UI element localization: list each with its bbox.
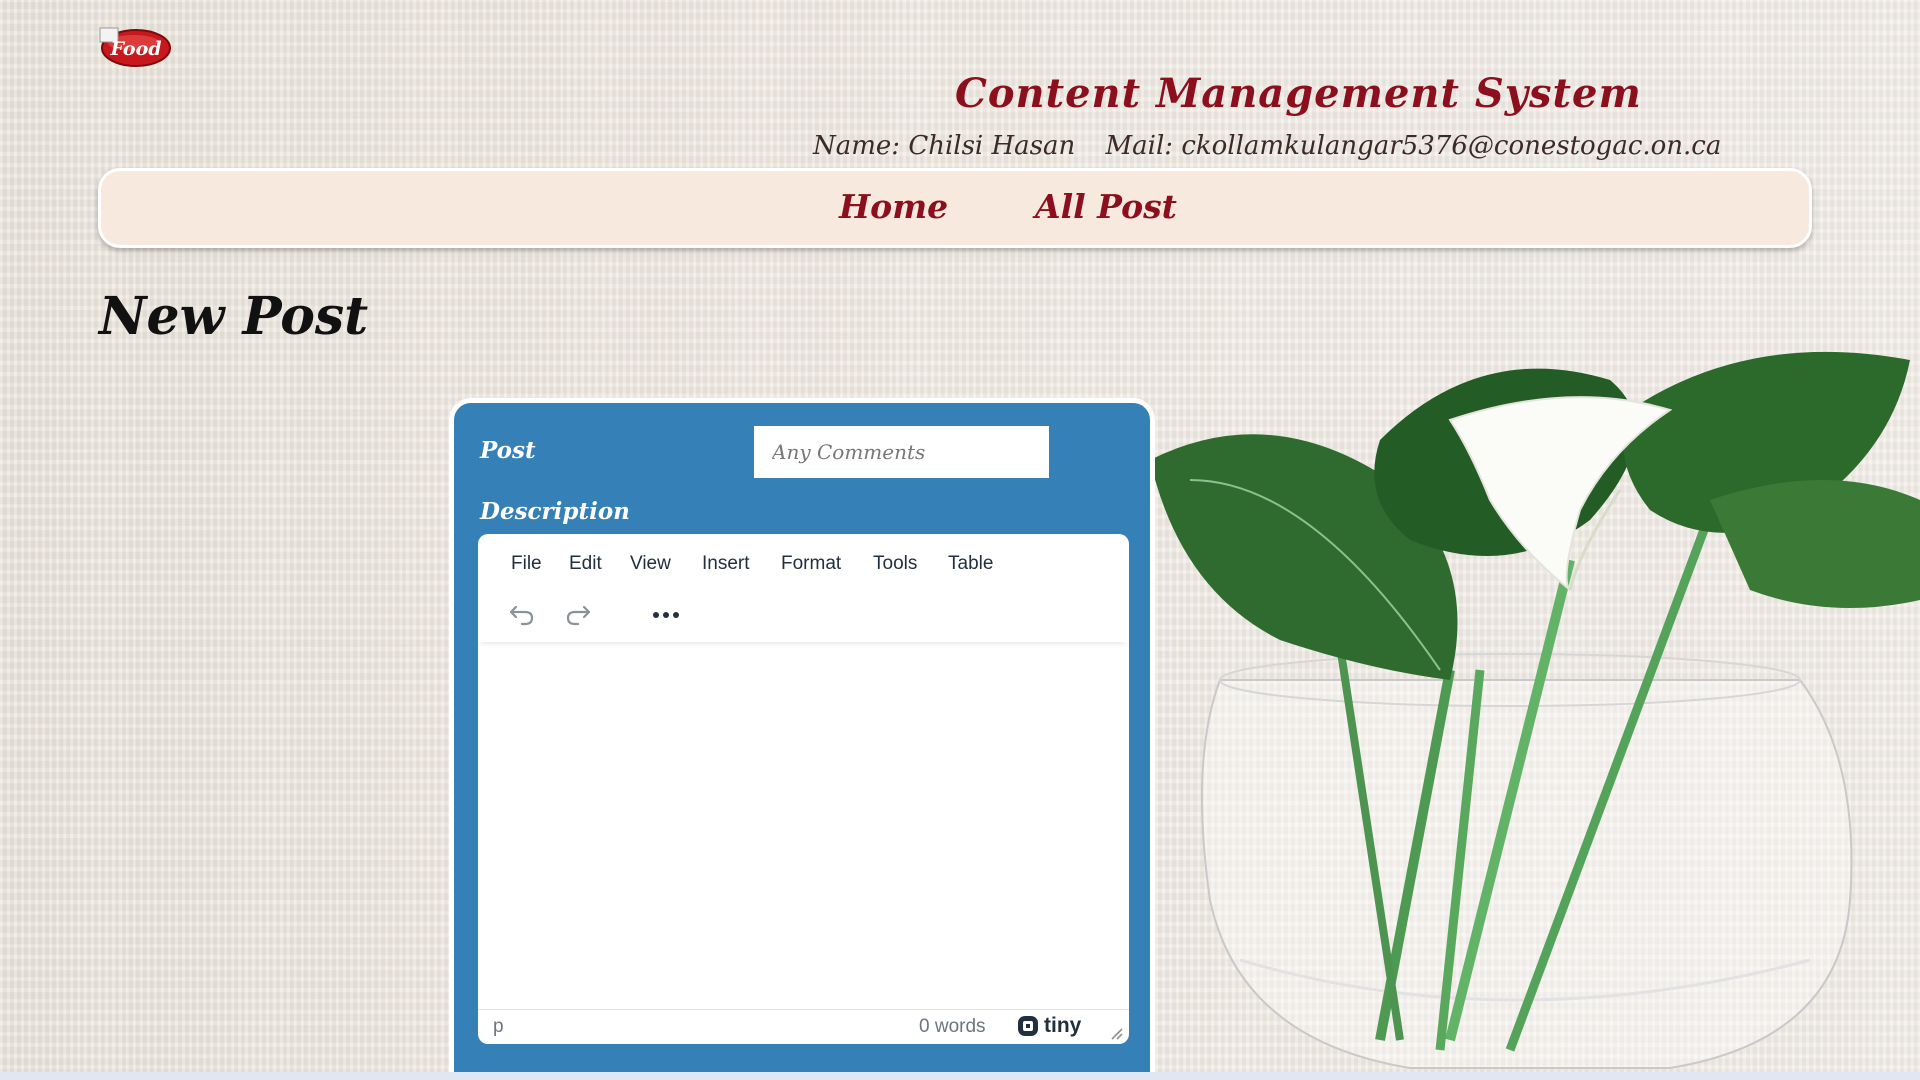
- post-label: Post: [480, 437, 536, 464]
- contact-line: Name: Chilsi Hasan Mail: ckollamkulangar…: [813, 131, 1743, 161]
- rich-text-editor: File Edit View Insert Format Tools Table: [478, 534, 1129, 1044]
- menu-table[interactable]: Table: [948, 553, 993, 575]
- nav-home-link[interactable]: Home: [839, 187, 948, 226]
- menu-tools[interactable]: Tools: [873, 553, 917, 575]
- tiny-logo-icon: [1018, 1016, 1038, 1036]
- tiny-brand-text: tiny: [1044, 1014, 1082, 1037]
- bottom-strip: [0, 1072, 1920, 1080]
- user-mail: Mail: ckollamkulangar5376@conestogac.on.…: [1105, 131, 1722, 161]
- editor-toolbar: [478, 586, 1129, 642]
- redo-button[interactable]: [561, 598, 595, 632]
- description-label: Description: [480, 498, 630, 525]
- element-path[interactable]: p: [493, 1016, 504, 1038]
- word-count[interactable]: 0 words: [919, 1016, 986, 1038]
- nav-all-post-link[interactable]: All Post: [1035, 187, 1177, 226]
- tiny-brand-link[interactable]: tiny: [1017, 1014, 1081, 1038]
- redo-icon: [566, 605, 591, 626]
- comments-input[interactable]: [754, 426, 1049, 478]
- undo-button[interactable]: [505, 598, 539, 632]
- menu-format[interactable]: Format: [781, 553, 841, 575]
- site-title: Content Management System: [955, 70, 1642, 117]
- menu-view[interactable]: View: [630, 553, 671, 575]
- menu-edit[interactable]: Edit: [569, 553, 602, 575]
- undo-icon: [509, 605, 534, 626]
- more-icon: [653, 612, 679, 618]
- user-name: Name: Chilsi Hasan: [813, 131, 1076, 161]
- editor-content-area[interactable]: [478, 646, 1129, 1008]
- logo-text: Food: [109, 38, 161, 60]
- menu-insert[interactable]: Insert: [702, 553, 750, 575]
- menu-file[interactable]: File: [511, 553, 542, 575]
- page-title: New Post: [99, 286, 369, 347]
- plant-vase-image: [1150, 351, 1920, 1069]
- new-post-form: Post Description File Edit View Insert F…: [449, 398, 1155, 1080]
- navbar: Home All Post: [98, 168, 1812, 248]
- editor-menubar: File Edit View Insert Format Tools Table: [478, 534, 1129, 586]
- resize-handle-icon[interactable]: [1109, 1026, 1123, 1040]
- food-logo-icon[interactable]: Food: [98, 26, 172, 68]
- more-button[interactable]: [649, 598, 683, 632]
- editor-statusbar: p 0 words tiny: [478, 1009, 1129, 1044]
